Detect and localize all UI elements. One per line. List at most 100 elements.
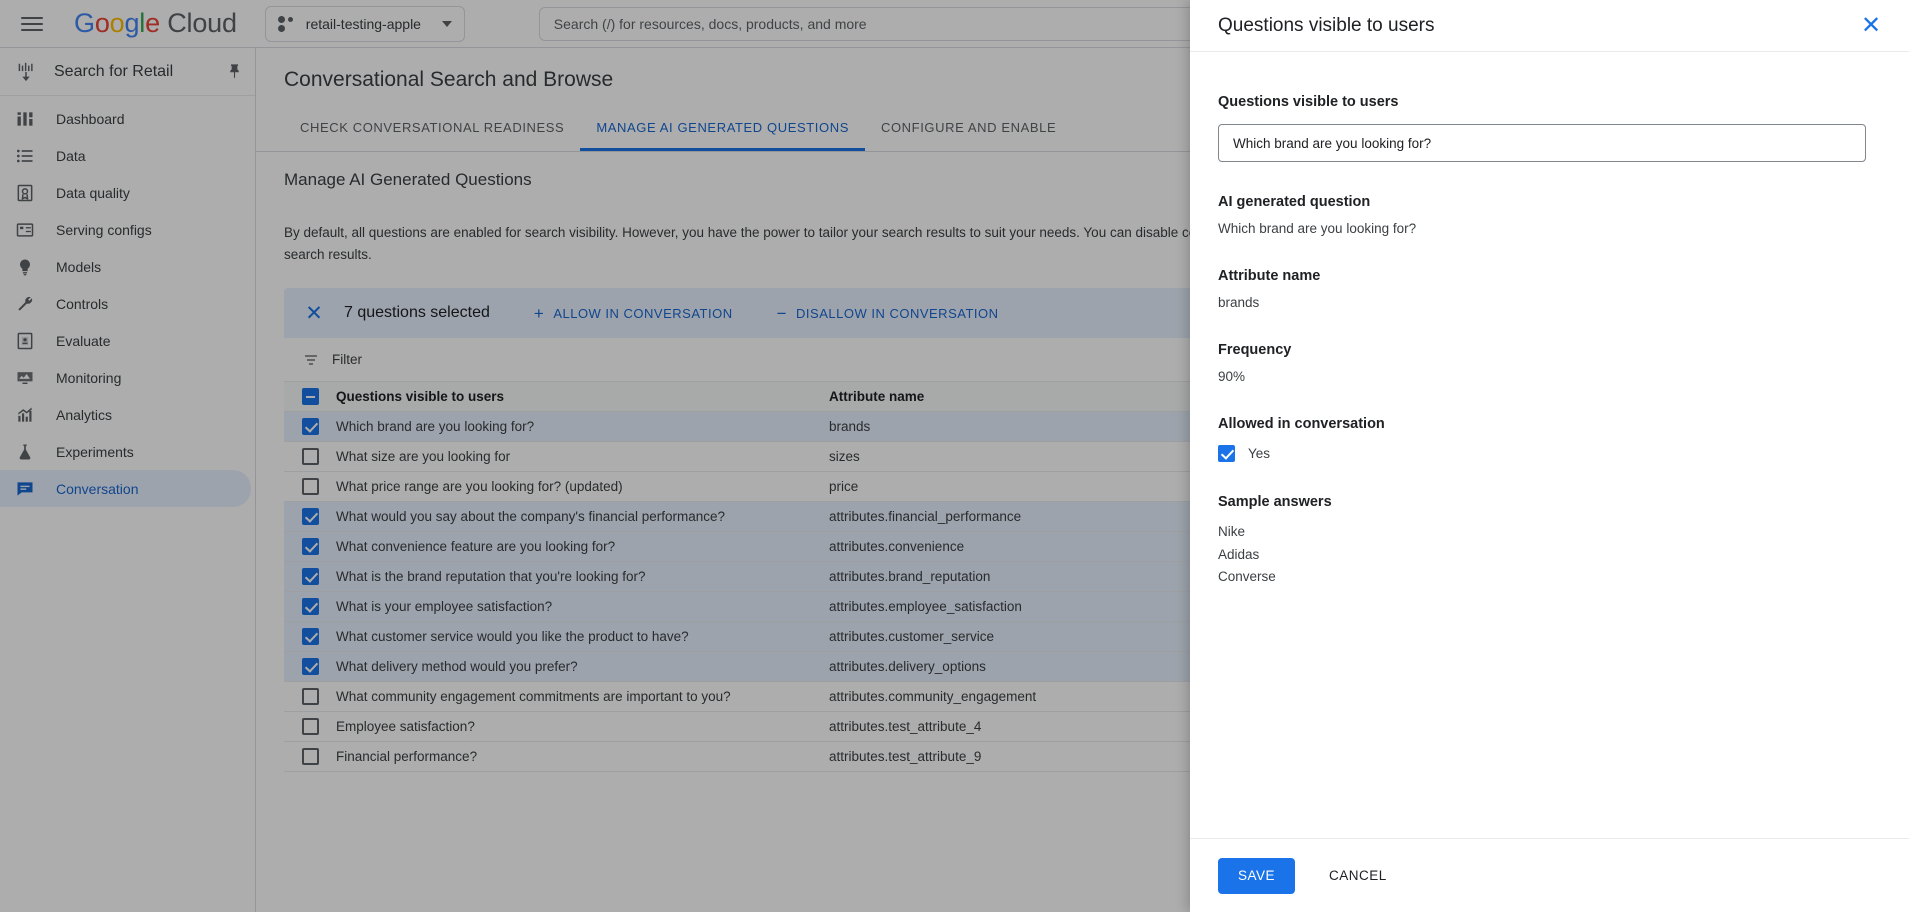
plus-icon: + xyxy=(534,305,544,322)
menu-icon[interactable] xyxy=(8,0,56,48)
row-checkbox-cell[interactable] xyxy=(284,718,336,735)
row-checkbox-cell[interactable] xyxy=(284,478,336,495)
row-question: What price range are you looking for? (u… xyxy=(336,479,829,494)
sidebar-item-label: Data quality xyxy=(56,185,130,201)
disallow-in-conversation-button[interactable]: − DISALLOW IN CONVERSATION xyxy=(777,305,999,322)
tab-label: CHECK CONVERSATIONAL READINESS xyxy=(300,120,564,135)
question-field-label: Questions visible to users xyxy=(1218,94,1881,110)
row-checkbox[interactable] xyxy=(302,508,319,525)
save-button[interactable]: SAVE xyxy=(1218,858,1295,894)
chevron-down-icon xyxy=(442,21,452,27)
tab-1[interactable]: CHECK CONVERSATIONAL READINESS xyxy=(284,106,580,151)
cancel-button[interactable]: CANCEL xyxy=(1317,858,1399,894)
question-detail-panel: Questions visible to users ✕ Questions v… xyxy=(1190,0,1909,912)
sidebar-item-controls[interactable]: Controls xyxy=(0,285,255,322)
close-icon[interactable]: ✕ xyxy=(1857,12,1885,40)
clear-selection-icon[interactable]: ✕ xyxy=(302,301,326,325)
row-checkbox[interactable] xyxy=(302,628,319,645)
ai-generated-question-section: AI generated question Which brand are yo… xyxy=(1218,194,1881,236)
column-header-question: Questions visible to users xyxy=(336,389,829,404)
sidebar-item-experiments[interactable]: Experiments xyxy=(0,433,255,470)
row-checkbox-cell[interactable] xyxy=(284,628,336,645)
conversation-icon xyxy=(14,478,36,500)
row-checkbox-cell[interactable] xyxy=(284,538,336,555)
sidebar-item-evaluate[interactable]: Evaluate xyxy=(0,322,255,359)
question-input-value: Which brand are you looking for? xyxy=(1233,136,1431,151)
row-checkbox-cell[interactable] xyxy=(284,568,336,585)
tab-3[interactable]: CONFIGURE AND ENABLE xyxy=(865,106,1072,151)
row-checkbox[interactable] xyxy=(302,418,319,435)
frequency-value: 90% xyxy=(1218,369,1881,384)
monitor-icon xyxy=(14,367,36,389)
row-checkbox[interactable] xyxy=(302,658,319,675)
row-question: What would you say about the company's f… xyxy=(336,509,829,524)
row-checkbox[interactable] xyxy=(302,538,319,555)
sidebar: Search for Retail Dashboard Data Data qual… xyxy=(0,48,256,912)
sidebar-item-label: Conversation xyxy=(56,481,139,497)
panel-header: Questions visible to users ✕ xyxy=(1190,0,1909,52)
allow-in-conversation-button[interactable]: + ALLOW IN CONVERSATION xyxy=(534,305,733,322)
project-name: retail-testing-apple xyxy=(306,16,421,32)
minus-icon: − xyxy=(777,305,787,322)
row-question: What convenience feature are you looking… xyxy=(336,539,829,554)
row-checkbox[interactable] xyxy=(302,568,319,585)
sidebar-item-label: Experiments xyxy=(56,444,134,460)
list-icon xyxy=(14,145,36,167)
row-checkbox[interactable] xyxy=(302,718,319,735)
row-checkbox-cell[interactable] xyxy=(284,448,336,465)
sidebar-item-models[interactable]: Models xyxy=(0,248,255,285)
search-for-retail-icon xyxy=(14,60,38,84)
row-checkbox-cell[interactable] xyxy=(284,688,336,705)
analytics-icon xyxy=(14,404,36,426)
frequency-section: Frequency 90% xyxy=(1218,342,1881,384)
row-checkbox-cell[interactable] xyxy=(284,658,336,675)
sidebar-item-analytics[interactable]: Analytics xyxy=(0,396,255,433)
select-all-checkbox[interactable] xyxy=(302,388,319,405)
evaluate-icon xyxy=(14,330,36,352)
sidebar-item-label: Dashboard xyxy=(56,111,125,127)
project-selector[interactable]: retail-testing-apple xyxy=(265,6,465,42)
attribute-label: Attribute name xyxy=(1218,268,1881,284)
row-question: What is the brand reputation that you're… xyxy=(336,569,829,584)
sample-answer: Nike xyxy=(1218,521,1881,544)
samples-label: Sample answers xyxy=(1218,494,1881,510)
select-all-cell[interactable] xyxy=(284,388,336,405)
row-checkbox-cell[interactable] xyxy=(284,508,336,525)
allowed-row[interactable]: Yes xyxy=(1218,445,1881,462)
attribute-name-section: Attribute name brands xyxy=(1218,268,1881,310)
row-checkbox-cell[interactable] xyxy=(284,418,336,435)
row-checkbox-cell[interactable] xyxy=(284,748,336,765)
badge-icon xyxy=(14,182,36,204)
sidebar-item-data[interactable]: Data xyxy=(0,137,255,174)
tab-2[interactable]: MANAGE AI GENERATED QUESTIONS xyxy=(580,106,865,151)
project-icon xyxy=(278,16,296,32)
row-question: Employee satisfaction? xyxy=(336,719,829,734)
sample-answers-section: Sample answers NikeAdidasConverse xyxy=(1218,494,1881,589)
sidebar-item-serving-configs[interactable]: Serving configs xyxy=(0,211,255,248)
samples-list: NikeAdidasConverse xyxy=(1218,521,1881,589)
tab-label: CONFIGURE AND ENABLE xyxy=(881,120,1056,135)
sample-answer: Converse xyxy=(1218,566,1881,589)
row-checkbox[interactable] xyxy=(302,478,319,495)
row-question: What delivery method would you prefer? xyxy=(336,659,829,674)
sidebar-item-label: Data xyxy=(56,148,86,164)
filter-icon xyxy=(302,351,320,369)
sidebar-item-monitoring[interactable]: Monitoring xyxy=(0,359,255,396)
google-cloud-logo[interactable]: Google Cloud xyxy=(74,8,237,39)
flask-icon xyxy=(14,441,36,463)
sidebar-item-data-quality[interactable]: Data quality xyxy=(0,174,255,211)
sidebar-item-dashboard[interactable]: Dashboard xyxy=(0,100,255,137)
sidebar-item-conversation[interactable]: Conversation xyxy=(0,470,251,507)
row-checkbox[interactable] xyxy=(302,688,319,705)
sidebar-item-label: Analytics xyxy=(56,407,112,423)
row-checkbox[interactable] xyxy=(302,448,319,465)
pin-icon[interactable] xyxy=(223,61,245,83)
row-checkbox[interactable] xyxy=(302,598,319,615)
row-checkbox[interactable] xyxy=(302,748,319,765)
row-checkbox-cell[interactable] xyxy=(284,598,336,615)
row-question: Financial performance? xyxy=(336,749,829,764)
question-text-input[interactable]: Which brand are you looking for? xyxy=(1218,124,1866,162)
sidebar-header: Search for Retail xyxy=(0,48,255,96)
app-root: Google Cloud retail-testing-apple Search… xyxy=(0,0,1909,912)
allowed-checkbox[interactable] xyxy=(1218,445,1235,462)
